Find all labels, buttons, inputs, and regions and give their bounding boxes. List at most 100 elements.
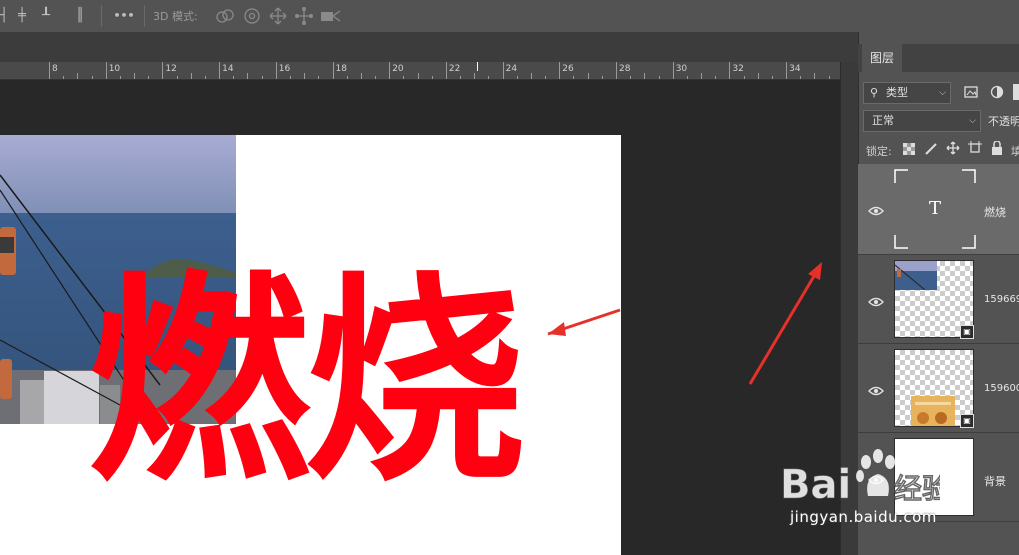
ruler-minor-tick	[715, 76, 717, 79]
smart-object-icon: ▣	[960, 414, 974, 428]
search-icon: ⚲	[870, 86, 879, 99]
align-hcenter-icon[interactable]: ╪	[14, 8, 30, 24]
layer-filter-dropdown[interactable]: ⚲ 类型 ⌵	[863, 82, 951, 104]
3d-camera-icon[interactable]	[320, 6, 342, 26]
ruler-major-tick	[105, 62, 107, 79]
lock-label: 锁定:	[866, 145, 892, 158]
type-filter-icon[interactable]	[1013, 84, 1019, 100]
ruler-minor-tick	[658, 76, 660, 79]
ruler-major-tick	[729, 62, 731, 79]
text-type-icon: T	[928, 198, 941, 219]
ruler-tick-label: 24	[505, 64, 518, 74]
visibility-eye-icon[interactable]	[868, 206, 884, 216]
ruler-major-tick	[672, 62, 674, 79]
3d-roll-icon[interactable]	[242, 6, 262, 26]
ruler-tick-label: 10	[108, 64, 121, 74]
ruler-major-tick	[389, 62, 391, 79]
ruler-minor-tick	[460, 76, 462, 79]
align-left-icon[interactable]: ┤	[0, 8, 12, 24]
lock-artboard-icon[interactable]	[968, 141, 982, 155]
document-tab-bar	[0, 32, 858, 62]
ruler-tick-label: 12	[165, 64, 177, 74]
ruler-minor-tick	[601, 76, 603, 79]
ruler-tick-label: 20	[392, 64, 404, 74]
adjustment-filter-icon[interactable]	[990, 85, 1004, 99]
lock-all-icon[interactable]	[991, 141, 1003, 155]
ruler-minor-tick	[644, 73, 646, 79]
layer-row-text[interactable]: T 燃烧	[858, 164, 1019, 255]
3d-pan-icon[interactable]	[268, 6, 288, 26]
ruler-major-tick	[332, 62, 334, 79]
tab-layers[interactable]: 图层	[862, 44, 902, 72]
ruler-minor-tick	[176, 76, 178, 79]
layer-name[interactable]: 159669	[984, 294, 1019, 305]
distribute-icon[interactable]: ║	[72, 8, 88, 24]
ruler-minor-tick	[63, 76, 65, 79]
ruler-major-tick	[559, 62, 561, 79]
ruler-minor-tick	[204, 76, 206, 79]
lock-pixels-brush-icon[interactable]	[924, 142, 938, 156]
ruler-minor-tick	[701, 73, 703, 79]
toolbar-divider	[101, 5, 102, 27]
layer-row-photo-2[interactable]: ▣ 159600	[858, 344, 1019, 433]
layer-name[interactable]: 背景	[984, 473, 1006, 489]
ruler-tick-label: 8	[52, 64, 58, 74]
watermark-url: jingyan.baidu.com	[790, 508, 937, 526]
ruler-minor-tick	[417, 73, 419, 79]
chevron-down-icon: ⌵	[939, 88, 946, 98]
ruler-major-tick	[219, 62, 221, 79]
ruler-minor-tick	[346, 76, 348, 79]
image-filter-icon[interactable]	[964, 85, 978, 99]
layer-row-photo-1[interactable]: ▣ 159669	[858, 255, 1019, 344]
ruler-tick-label: 32	[732, 64, 744, 74]
ruler-tick-label: 18	[335, 64, 347, 74]
ruler-major-tick	[445, 62, 447, 79]
ruler-minor-tick	[289, 76, 291, 79]
blend-mode-value: 正常	[872, 114, 894, 127]
layer-name[interactable]: 159600	[984, 383, 1019, 394]
ruler-minor-tick	[247, 73, 249, 79]
fill-label: 填	[1011, 145, 1019, 158]
toolbar-divider	[144, 5, 145, 27]
3d-slide-icon[interactable]	[294, 6, 314, 26]
svg-text:经验: 经验	[894, 472, 940, 504]
ruler-minor-tick	[587, 73, 589, 79]
ruler-minor-tick	[190, 73, 192, 79]
smart-object-icon: ▣	[960, 325, 974, 339]
canvas-text-layer[interactable]: 燃烧	[88, 258, 526, 508]
ruler-minor-tick	[474, 73, 476, 79]
ruler-minor-tick	[233, 76, 235, 79]
visibility-eye-icon[interactable]	[868, 386, 884, 396]
ruler-major-tick	[162, 62, 164, 79]
ruler-minor-tick	[545, 76, 547, 79]
lock-position-move-icon[interactable]	[946, 141, 960, 155]
more-options-icon[interactable]: •••	[113, 8, 135, 24]
ruler-tick-label: 22	[448, 64, 461, 74]
layers-panel-footer	[858, 522, 1019, 555]
ruler-minor-tick	[77, 73, 79, 79]
panel-tab-bar: 图层	[858, 44, 1019, 72]
ruler-minor-tick	[757, 73, 759, 79]
blend-mode-dropdown[interactable]: 正常 ⌵	[863, 110, 981, 132]
ruler-minor-tick	[403, 76, 405, 79]
align-bottom-icon[interactable]: ┸	[38, 8, 54, 24]
ruler-major-tick	[275, 62, 277, 79]
visibility-eye-icon[interactable]	[868, 297, 884, 307]
opacity-label: 不透明	[988, 115, 1019, 128]
ruler-minor-tick	[800, 76, 802, 79]
layer-name[interactable]: 燃烧	[984, 204, 1006, 220]
3d-orbit-icon[interactable]	[214, 6, 236, 26]
ruler-minor-tick	[360, 73, 362, 79]
ruler-minor-tick	[431, 76, 433, 79]
3d-mode-label: 3D 模式:	[153, 10, 198, 23]
lock-transparency-icon[interactable]	[903, 143, 915, 155]
chevron-down-icon: ⌵	[969, 116, 976, 126]
horizontal-ruler: 8 10 12 14 16 18 20 22 24 26 28 30 32 34	[0, 62, 840, 80]
ruler-minor-tick	[516, 76, 518, 79]
ruler-minor-tick	[304, 73, 306, 79]
svg-text:Bai: Bai	[780, 462, 851, 504]
ruler-tick-label: 34	[789, 64, 801, 74]
ruler-minor-tick	[318, 76, 320, 79]
ruler-minor-tick	[771, 76, 773, 79]
options-toolbar: ┤ ╪ ┸ ║ ••• 3D 模式:	[0, 0, 1019, 33]
